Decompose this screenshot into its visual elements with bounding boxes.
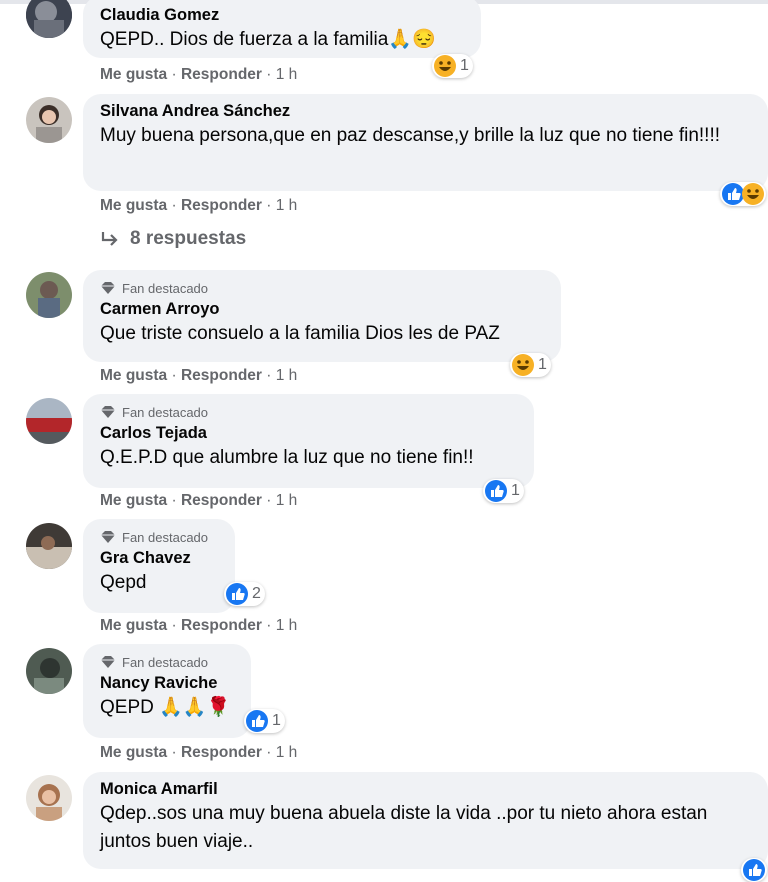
separator: · [171,617,177,634]
timestamp[interactable]: 1 h [276,617,298,634]
view-replies-link[interactable]: 8 respuestas [100,228,246,250]
reply-arrow-icon [101,232,118,246]
separator: · [266,744,272,761]
separator: · [171,66,177,83]
avatar[interactable] [26,523,72,569]
avatar[interactable] [26,0,72,38]
comment-text: Muy buena persona,que en paz descanse,y … [100,125,721,146]
like-link[interactable]: Me gusta [100,66,167,83]
comment-author[interactable]: Carmen Arroyo [100,298,545,320]
fan-badge-label: Fan destacado [122,529,209,545]
separator: · [171,197,177,214]
comment-author[interactable]: Monica Amarfil [100,778,752,800]
diamond-icon [101,531,115,543]
reply-link[interactable]: Responder [181,744,262,761]
reply-link[interactable]: Responder [181,197,262,214]
separator: · [171,492,177,509]
fan-badge: Fan destacado [100,527,219,547]
haha-icon [512,354,534,376]
comment-author[interactable]: Carlos Tejada [100,422,518,444]
reaction-summary[interactable]: 2 [224,582,265,606]
like-link[interactable]: Me gusta [100,367,167,384]
like-link[interactable]: Me gusta [100,197,167,214]
timestamp[interactable]: 1 h [276,744,298,761]
reply-link[interactable]: Responder [181,367,262,384]
reaction-summary[interactable] [741,858,767,882]
comment-actions: Me gusta · Responder · 1 h [100,617,297,635]
diamond-icon [101,656,115,668]
fan-badge: Fan destacado [100,402,518,422]
reaction-count: 1 [272,712,281,729]
comment-bubble: Fan destacado Nancy Raviche QEPD 🙏🙏🌹 [83,644,251,738]
reaction-count: 1 [511,482,520,499]
timestamp[interactable]: 1 h [276,197,298,214]
comment-text: Qepd [100,572,147,593]
reply-link[interactable]: Responder [181,66,262,83]
timestamp[interactable]: 1 h [276,492,298,509]
separator: · [266,367,272,384]
reply-link[interactable]: Responder [181,617,262,634]
comment-bubble: Silvana Andrea Sánchez Muy buena persona… [83,94,768,191]
timestamp[interactable]: 1 h [276,66,298,83]
comment-text: QEPD 🙏🙏🌹 [100,697,231,718]
reaction-count: 2 [252,585,261,602]
comment-author[interactable]: Claudia Gomez [100,4,465,26]
reply-link[interactable]: Responder [181,492,262,509]
like-icon [226,583,248,605]
separator: · [266,492,272,509]
like-icon [743,859,765,881]
avatar[interactable] [26,648,72,694]
separator: · [266,66,272,83]
comment-bubble: Claudia Gomez QEPD.. Dios de fuerza a la… [83,0,481,58]
avatar[interactable] [26,775,72,821]
fan-badge: Fan destacado [100,652,235,672]
reaction-summary[interactable]: 1 [483,479,524,503]
comment-text: QEPD.. Dios de fuerza a la familia🙏😔 [100,29,436,50]
comment-author[interactable]: Silvana Andrea Sánchez [100,100,752,122]
haha-icon [742,183,764,205]
replies-label: 8 respuestas [130,228,247,249]
comment-actions: Me gusta · Responder · 1 h [100,367,297,385]
comment-author[interactable]: Gra Chavez [100,547,219,569]
comment-bubble: Fan destacado Carlos Tejada Q.E.P.D que … [83,394,534,488]
comment-actions: Me gusta · Responder · 1 h [100,744,297,762]
diamond-icon [101,282,115,294]
comment-actions: Me gusta · Responder · 1 h [100,492,297,510]
reaction-summary[interactable] [720,182,766,206]
separator: · [266,617,272,634]
timestamp[interactable]: 1 h [276,367,298,384]
separator: · [266,197,272,214]
reaction-count: 1 [460,57,469,74]
reaction-summary[interactable]: 1 [432,54,473,78]
fan-badge-label: Fan destacado [122,404,209,420]
reaction-summary[interactable]: 1 [510,353,551,377]
like-icon [246,710,268,732]
comment-bubble: Monica Amarfil Qdep..sos una muy buena a… [83,772,768,869]
comment-actions: Me gusta · Responder · 1 h [100,66,297,84]
comment-author[interactable]: Nancy Raviche [100,672,235,694]
avatar[interactable] [26,97,72,143]
comment-bubble: Fan destacado Gra Chavez Qepd [83,519,235,613]
fan-badge-label: Fan destacado [122,654,209,670]
separator: · [171,744,177,761]
reaction-summary[interactable]: 1 [244,709,285,733]
comment-text: Que triste consuelo a la familia Dios le… [100,323,500,344]
reaction-count: 1 [538,356,547,373]
like-icon [485,480,507,502]
comment-text: Q.E.P.D que alumbre la luz que no tiene … [100,447,474,468]
like-link[interactable]: Me gusta [100,744,167,761]
diamond-icon [101,406,115,418]
avatar[interactable] [26,272,72,318]
comment-text: Qdep..sos una muy buena abuela diste la … [100,803,708,852]
like-link[interactable]: Me gusta [100,492,167,509]
haha-icon [434,55,456,77]
comment-actions: Me gusta · Responder · 1 h [100,197,297,215]
separator: · [171,367,177,384]
fan-badge: Fan destacado [100,278,545,298]
like-icon [722,183,744,205]
like-link[interactable]: Me gusta [100,617,167,634]
avatar[interactable] [26,398,72,444]
comment-bubble: Fan destacado Carmen Arroyo Que triste c… [83,270,561,362]
fan-badge-label: Fan destacado [122,280,209,296]
